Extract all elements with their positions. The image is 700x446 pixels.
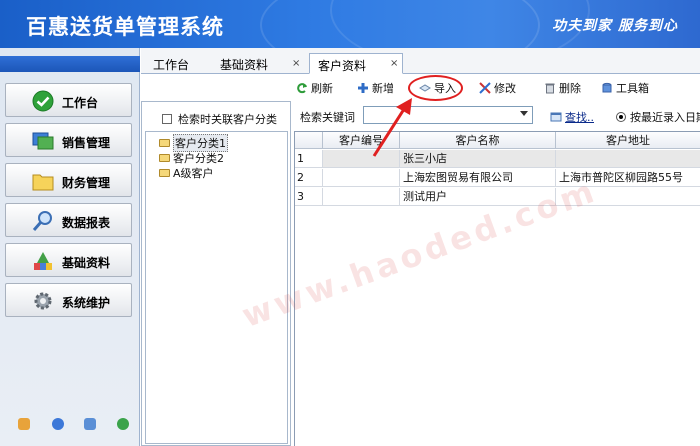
sidebar-footer — [0, 418, 140, 432]
cell-address[interactable] — [556, 150, 700, 168]
sidebar-header-band — [0, 56, 140, 72]
toolbox-button[interactable]: 工具箱 — [601, 80, 649, 96]
sidebar-item-reports[interactable]: 数据报表 — [5, 203, 132, 237]
cell-address[interactable]: 上海市普陀区柳园路55号 — [556, 169, 700, 187]
button-label: 新增 — [372, 82, 394, 95]
folder-icon — [32, 174, 54, 191]
title-bar: 百惠送货单管理系统 功夫到家 服务到心 — [0, 0, 700, 48]
sidebar-item-finance[interactable]: 财务管理 — [5, 163, 132, 197]
checkbox-label: 检索时关联客户分类 — [178, 113, 277, 126]
edit-button[interactable]: 修改 — [479, 80, 516, 96]
annotation-arrow — [372, 98, 412, 157]
find-button[interactable]: 查找.. — [550, 109, 594, 125]
row-number-header — [295, 132, 323, 149]
magnifier-icon — [32, 211, 52, 231]
row-number: 1 — [295, 150, 323, 168]
sidebar-item-label: 工作台 — [62, 96, 99, 110]
sidebar-item-sales[interactable]: 销售管理 — [5, 123, 132, 157]
refresh-button[interactable]: 刷新 — [296, 80, 333, 96]
sidebar-item-label: 系统维护 — [62, 296, 111, 310]
column-header[interactable]: 客户名称 — [400, 132, 556, 149]
customer-grid: 客户编号 客户名称 客户地址 1 张三小店 2 上海宏图贸易有限公司 上海市普陀… — [294, 131, 700, 446]
gear-icon — [34, 292, 52, 310]
sidebar-item-label: 基础资料 — [62, 256, 111, 270]
tree-item[interactable]: 客户分类1 — [159, 134, 228, 152]
check-circle-icon — [32, 90, 54, 112]
link-category-checkbox[interactable]: 检索时关联客户分类 — [162, 111, 277, 127]
find-label: 查找.. — [565, 111, 594, 124]
search-label: 检索关键词 — [300, 111, 355, 124]
category-tree: 客户分类1 客户分类2 A级客户 — [145, 131, 288, 444]
add-button[interactable]: 新增 — [357, 80, 394, 96]
sidebar-item-workbench[interactable]: 工作台 — [5, 83, 132, 117]
cell-name[interactable]: 张三小店 — [400, 150, 556, 168]
tab-customer-data[interactable]: 客户资料 — [309, 53, 403, 74]
search-bar: 检索关键词 查找.. 按最近录入日期 — [294, 104, 700, 128]
close-icon[interactable]: × — [292, 58, 300, 69]
checkbox[interactable] — [162, 114, 172, 124]
tree-item-label: 客户分类2 — [173, 152, 224, 165]
row-number: 2 — [295, 169, 323, 187]
radio-label: 按最近录入日期 — [630, 111, 700, 124]
key-icon[interactable] — [18, 418, 30, 430]
sidebar-item-label: 数据报表 — [62, 216, 111, 230]
tab-label: 基础资料 — [220, 58, 269, 72]
button-label: 删除 — [559, 82, 581, 95]
cell-code[interactable] — [323, 188, 400, 206]
tree-item[interactable]: A级客户 — [159, 166, 214, 180]
refresh-icon — [297, 83, 307, 94]
folder-icon — [159, 169, 170, 177]
search-window-icon[interactable] — [84, 418, 96, 430]
cell-name[interactable]: 上海宏图贸易有限公司 — [400, 169, 556, 187]
tab-label: 工作台 — [153, 58, 190, 72]
app-title: 百惠送货单管理系统 — [26, 15, 224, 39]
tree-item-label: A级客户 — [173, 167, 214, 180]
toolbox-icon — [602, 82, 612, 93]
exit-icon[interactable] — [117, 418, 129, 430]
app-slogan: 功夫到家 服务到心 — [552, 18, 678, 34]
folder-icon — [159, 154, 170, 162]
plus-icon — [358, 83, 368, 93]
clock-icon[interactable] — [52, 418, 64, 430]
sidebar-item-system[interactable]: 系统维护 — [5, 283, 132, 317]
column-header[interactable]: 客户地址 — [556, 132, 700, 149]
trash-icon — [545, 83, 555, 94]
folder-icon — [159, 139, 170, 147]
close-icon[interactable]: × — [390, 58, 398, 69]
title-decoration — [330, 0, 590, 48]
tree-item[interactable]: 客户分类2 — [159, 151, 224, 165]
tab-bar: 工作台 基础资料 × 客户资料 × — [141, 48, 700, 74]
button-label: 刷新 — [311, 82, 333, 95]
button-label: 工具箱 — [616, 82, 649, 95]
tab-basic-data[interactable]: 基础资料 — [220, 56, 268, 77]
edit-icon — [479, 82, 491, 94]
sidebar-item-label: 财务管理 — [62, 176, 111, 190]
sidebar-item-basic-data[interactable]: 基础资料 — [5, 243, 132, 277]
delete-button[interactable]: 删除 — [544, 80, 581, 96]
radio-dot[interactable] — [616, 112, 626, 122]
sort-by-date-radio[interactable]: 按最近录入日期 — [616, 109, 700, 125]
tab-workbench[interactable]: 工作台 — [153, 56, 189, 77]
cell-name[interactable]: 测试用户 — [400, 188, 556, 206]
find-icon — [550, 112, 562, 122]
row-number: 3 — [295, 188, 323, 206]
cell-code[interactable] — [323, 169, 400, 187]
sidebar-item-label: 销售管理 — [62, 136, 111, 150]
window-stack-icon — [32, 132, 54, 150]
category-panel: 检索时关联客户分类 客户分类1 客户分类2 A级客户 — [141, 101, 291, 446]
sidebar: 工作台 销售管理 财务管理 数据报表 基础资料 系统维护 — [0, 48, 140, 446]
cell-address[interactable] — [556, 188, 700, 206]
tab-label: 客户资料 — [318, 59, 367, 73]
chevron-down-icon[interactable] — [520, 111, 528, 116]
button-label: 修改 — [494, 82, 516, 95]
building-blocks-icon — [34, 252, 52, 270]
